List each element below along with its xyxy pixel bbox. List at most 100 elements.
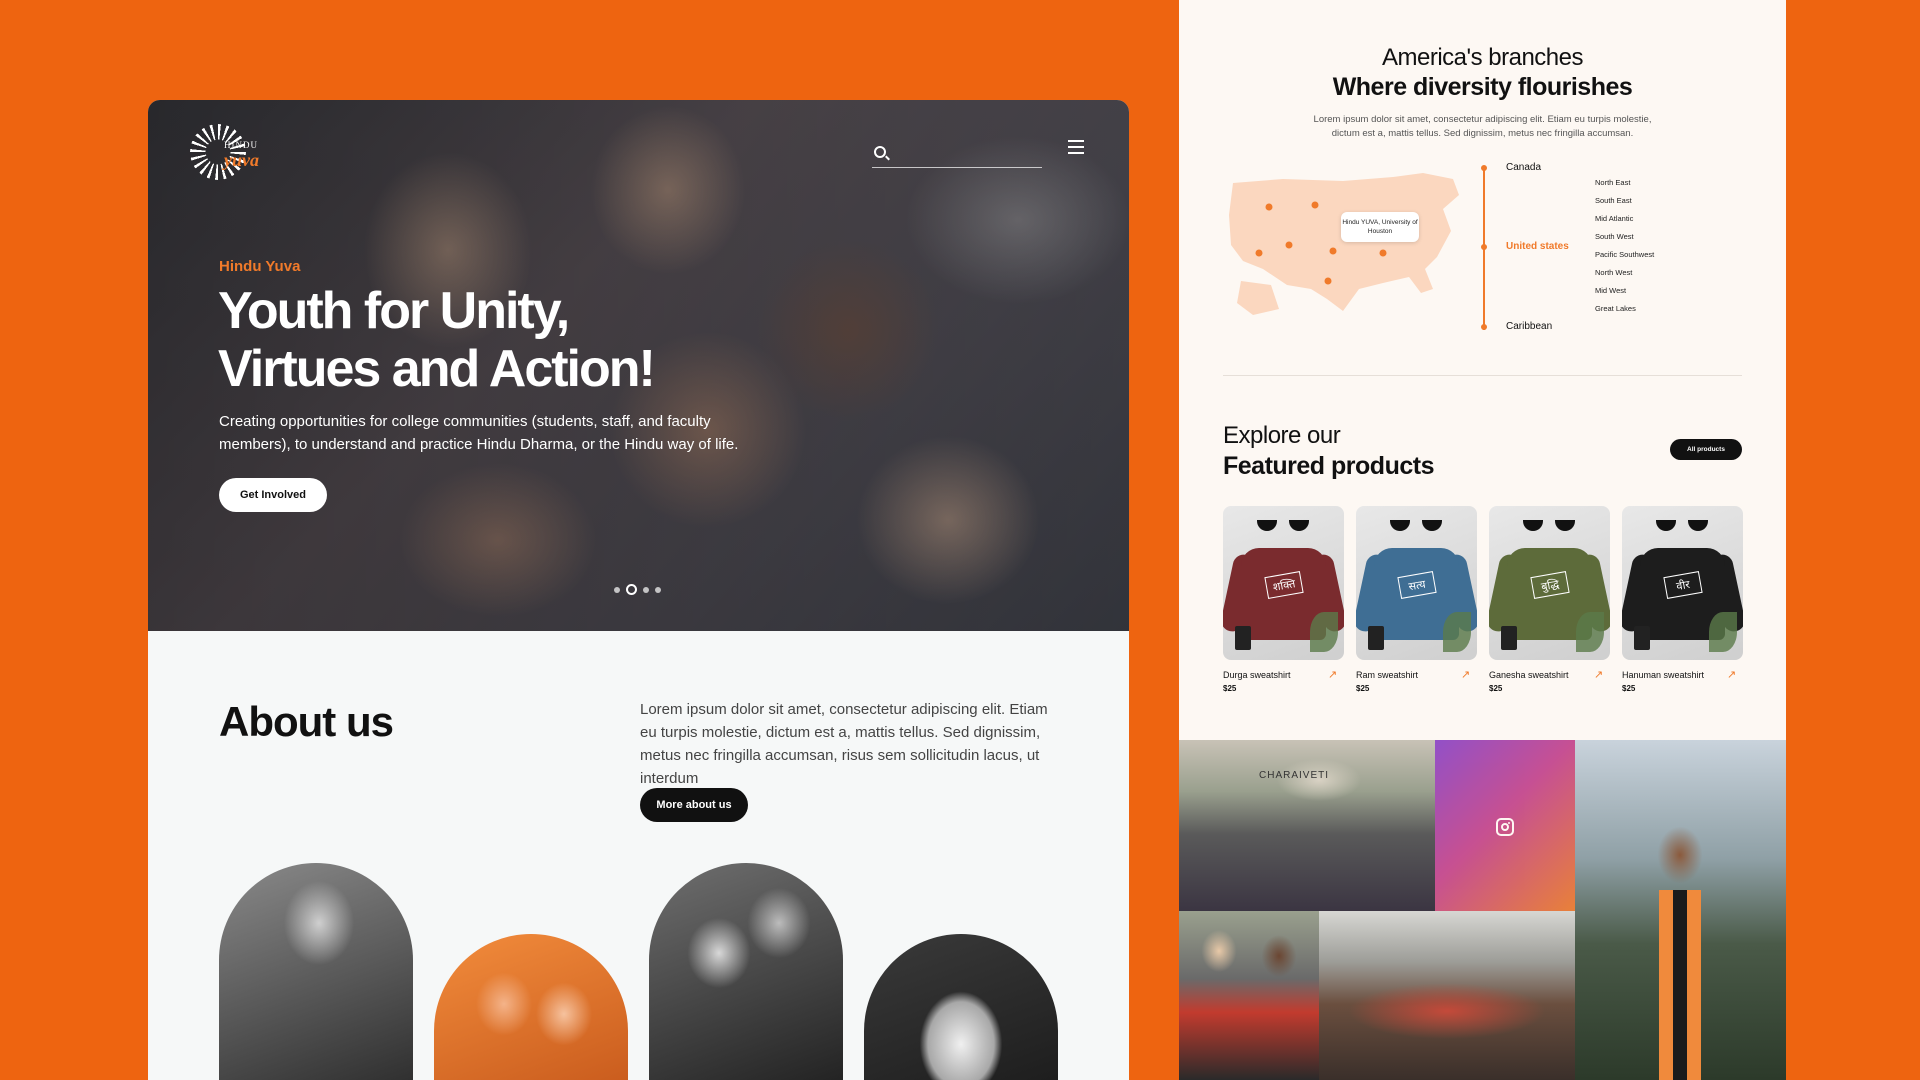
region-caribbean[interactable]: Caribbean <box>1506 321 1552 332</box>
instagram-gallery: CHARAIVETI <box>1179 740 1786 1080</box>
map-pin <box>1379 249 1387 257</box>
leaf-prop <box>1310 612 1338 652</box>
map-pin <box>1329 247 1337 255</box>
sunglasses-prop <box>1390 520 1442 532</box>
product-price: $25 <box>1622 684 1636 693</box>
carousel-dots <box>614 584 661 595</box>
logo-text-top: HINDU <box>224 140 258 150</box>
instagram-icon[interactable] <box>1496 818 1514 836</box>
carousel-dot[interactable] <box>655 586 661 593</box>
hamburger-menu-icon[interactable] <box>1068 140 1084 154</box>
sub-region-item[interactable]: South East <box>1595 196 1654 214</box>
hindu-yuva-logo[interactable]: HINDU yuva <box>188 120 278 190</box>
product-card[interactable]: वीर Hanuman sweatshirt $25 ↗ <box>1622 506 1743 693</box>
sunglasses-prop <box>1523 520 1575 532</box>
product-name: Ram sweatshirt <box>1356 670 1419 680</box>
gallery-photo-graduate[interactable] <box>1575 740 1786 1080</box>
region-canada[interactable]: Canada <box>1506 162 1541 173</box>
map-pin <box>1311 201 1319 209</box>
product-name: Ganesha sweatshirt <box>1489 670 1569 680</box>
event-banner-text: CHARAIVETI <box>1259 770 1330 781</box>
product-card[interactable]: सत्य Ram sweatshirt $25 ↗ <box>1356 506 1477 693</box>
search-icon[interactable] <box>874 146 886 158</box>
branches-description: Lorem ipsum dolor sit amet, consectetur … <box>1313 114 1652 139</box>
hero-title-bold-1: Unity, <box>439 282 571 340</box>
products-title: Explore our <box>1223 422 1341 449</box>
sub-region-item[interactable]: Mid West <box>1595 286 1654 304</box>
branches-title: America's branches <box>1382 44 1584 71</box>
more-about-us-button[interactable]: More about us <box>640 788 748 822</box>
map-callout: Hindu YUVA, University of Houston <box>1341 212 1419 242</box>
search-input[interactable] <box>872 138 1042 168</box>
hero-title-regular: Youth for <box>218 282 440 340</box>
gallery-photo-event[interactable]: CHARAIVETI <box>1179 740 1435 911</box>
carousel-dot[interactable] <box>643 586 649 593</box>
usa-map[interactable] <box>1223 165 1463 330</box>
hero-eyebrow: Hindu Yuva <box>219 258 301 275</box>
logo-text-bottom: yuva <box>224 150 259 170</box>
instagram-tile[interactable] <box>1435 740 1575 911</box>
sunglasses-prop <box>1257 520 1309 532</box>
arrow-up-right-icon[interactable]: ↗ <box>1594 670 1604 681</box>
product-image[interactable]: शक्ति <box>1223 506 1344 660</box>
hero-title-bold-2: Virtues and Action! <box>218 340 656 398</box>
leaf-prop <box>1443 612 1471 652</box>
leaf-prop <box>1576 612 1604 652</box>
region-united-states[interactable]: United states <box>1506 241 1569 252</box>
about-photo-1 <box>219 863 413 1080</box>
arrow-up-right-icon[interactable]: ↗ <box>1727 670 1737 681</box>
phone-prop <box>1368 626 1384 650</box>
timeline-dot-active[interactable] <box>1481 244 1487 250</box>
sub-region-item[interactable]: South West <box>1595 232 1654 250</box>
sunglasses-prop <box>1656 520 1708 532</box>
phone-prop <box>1501 626 1517 650</box>
all-products-button[interactable]: All products <box>1670 439 1742 460</box>
hero-section: HINDU yuva Hindu Yuva Youth for Unity, V… <box>148 100 1129 631</box>
map-pin <box>1285 241 1293 249</box>
product-name: Hanuman sweatshirt <box>1622 670 1705 680</box>
sub-region-item[interactable]: Pacific Southwest <box>1595 250 1654 268</box>
carousel-dot[interactable] <box>614 586 620 593</box>
product-price: $25 <box>1489 684 1503 693</box>
map-pin <box>1255 249 1263 257</box>
product-price: $25 <box>1356 684 1370 693</box>
product-card[interactable]: शक्ति Durga sweatshirt $25 ↗ <box>1223 506 1344 693</box>
graduation-stole <box>1659 890 1701 1080</box>
timeline-dot[interactable] <box>1481 324 1487 330</box>
carousel-dot-active[interactable] <box>626 584 637 595</box>
sub-region-item[interactable]: Great Lakes <box>1595 304 1654 322</box>
product-image[interactable]: सत्य <box>1356 506 1477 660</box>
get-involved-button[interactable]: Get Involved <box>219 478 327 512</box>
hero-description: Creating opportunities for college commu… <box>219 413 739 453</box>
phone-prop <box>1235 626 1251 650</box>
about-photo-4 <box>864 934 1058 1080</box>
sub-region-list: North East South East Mid Atlantic South… <box>1595 178 1654 322</box>
gallery-photo-audience[interactable] <box>1319 911 1575 1080</box>
about-photo-2 <box>434 934 628 1080</box>
hero-title: Youth for Unity, Virtues and Action! <box>218 282 778 398</box>
sub-region-item[interactable]: North East <box>1595 178 1654 196</box>
branches-products-panel: America's branches Where diversity flour… <box>1179 0 1786 740</box>
about-photo-3 <box>649 863 843 1080</box>
gallery-photo-ribbon-cutting[interactable] <box>1179 911 1319 1080</box>
about-text: Lorem ipsum dolor sit amet, consectetur … <box>640 701 1048 787</box>
branches-subtitle: Where diversity flourishes <box>1332 73 1633 101</box>
main-page-card: HINDU yuva Hindu Yuva Youth for Unity, V… <box>148 100 1129 1080</box>
product-price: $25 <box>1223 684 1237 693</box>
product-image[interactable]: बुद्धि <box>1489 506 1610 660</box>
about-title: About us <box>219 698 394 745</box>
arrow-up-right-icon[interactable]: ↗ <box>1328 670 1338 681</box>
product-name: Durga sweatshirt <box>1223 670 1291 680</box>
sub-region-item[interactable]: North West <box>1595 268 1654 286</box>
products-subtitle: Featured products <box>1223 452 1434 480</box>
product-card[interactable]: बुद्धि Ganesha sweatshirt $25 ↗ <box>1489 506 1610 693</box>
arrow-up-right-icon[interactable]: ↗ <box>1461 670 1471 681</box>
leaf-prop <box>1709 612 1737 652</box>
timeline-dot[interactable] <box>1481 165 1487 171</box>
map-pin <box>1265 203 1273 211</box>
phone-prop <box>1634 626 1650 650</box>
section-divider <box>1223 375 1742 376</box>
sub-region-item[interactable]: Mid Atlantic <box>1595 214 1654 232</box>
map-pin <box>1324 277 1332 285</box>
product-image[interactable]: वीर <box>1622 506 1743 660</box>
